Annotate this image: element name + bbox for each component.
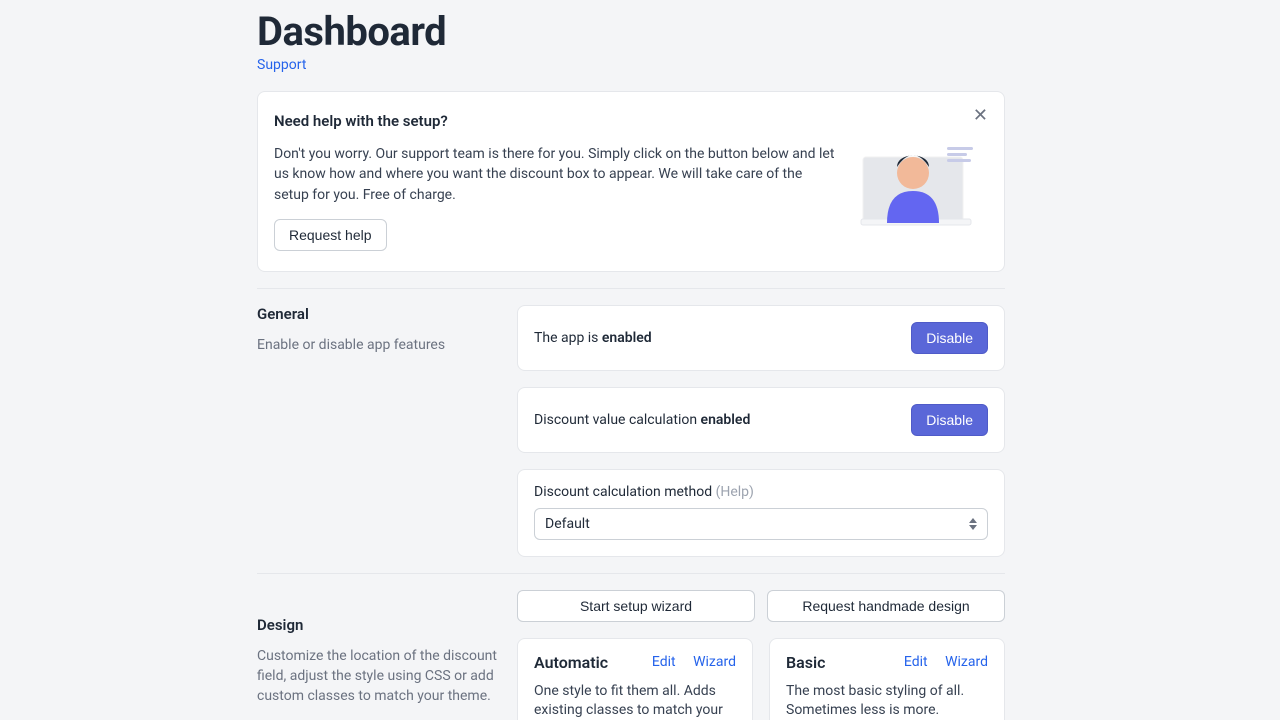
support-illustration [852,112,982,251]
request-help-button[interactable]: Request help [274,219,387,251]
calc-status-prefix: Discount value calculation [534,412,701,428]
calc-status-value: enabled [701,412,751,428]
app-status-value: enabled [602,330,652,346]
app-status-card: The app is enabled Disable [517,305,1005,371]
design-title: Design [257,616,497,634]
general-title: General [257,305,497,323]
design-card-desc: One style to fit them all. Adds existing… [534,682,736,720]
start-wizard-button[interactable]: Start setup wizard [517,590,755,622]
page-title: Dashboard [257,8,1005,55]
method-card: Discount calculation method (Help) Defau… [517,469,1005,557]
general-desc: Enable or disable app features [257,335,497,355]
help-card-body: Don't you worry. Our support team is the… [274,144,840,205]
general-section: General Enable or disable app features T… [257,305,1005,557]
design-wizard-link[interactable]: Wizard [693,654,736,670]
design-edit-link[interactable]: Edit [652,654,676,670]
design-edit-link[interactable]: Edit [904,654,928,670]
help-card-title: Need help with the setup? [274,112,840,130]
help-card: Need help with the setup? Don't you worr… [257,91,1005,272]
support-link[interactable]: Support [257,57,306,73]
design-wizard-link[interactable]: Wizard [945,654,988,670]
design-desc: Customize the location of the discount f… [257,646,497,707]
app-status-prefix: The app is [534,330,602,346]
app-status-text: The app is enabled [534,330,652,346]
request-handmade-button[interactable]: Request handmade design [767,590,1005,622]
close-icon[interactable]: ✕ [973,106,988,124]
method-label: Discount calculation method [534,484,716,500]
calc-status-card: Discount value calculation enabled Disab… [517,387,1005,453]
design-card-desc: The most basic styling of all. Sometimes… [786,682,988,720]
divider [257,288,1005,289]
design-card-automatic: Automatic Edit Wizard One style to fit t… [517,638,753,720]
calc-disable-button[interactable]: Disable [911,404,988,436]
method-select-value: Default [545,516,590,532]
app-disable-button[interactable]: Disable [911,322,988,354]
method-select[interactable]: Default [534,508,988,540]
design-card-title: Automatic [534,653,608,672]
design-section: Design Customize the location of the dis… [257,590,1005,720]
design-card-title: Basic [786,653,825,672]
chevron-updown-icon [969,518,977,530]
divider [257,573,1005,574]
calc-status-text: Discount value calculation enabled [534,412,750,428]
design-card-basic: Basic Edit Wizard The most basic styling… [769,638,1005,720]
method-help-link[interactable]: (Help) [716,484,754,500]
